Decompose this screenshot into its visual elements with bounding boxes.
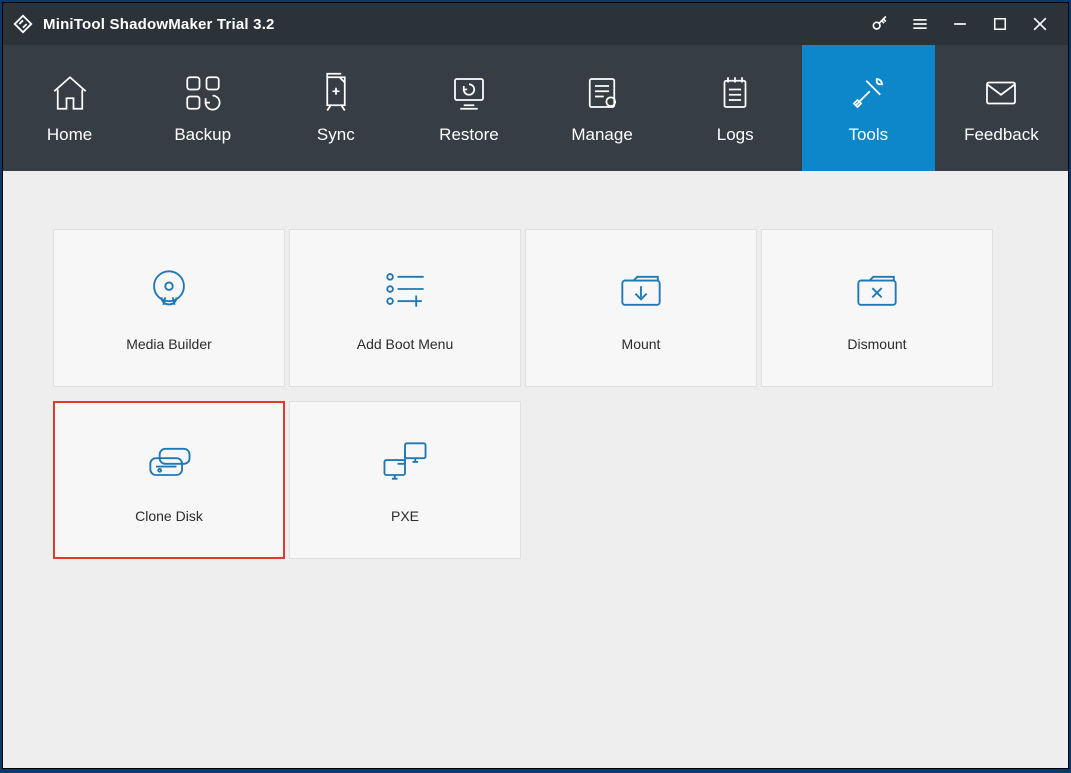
nav-label: Feedback	[964, 125, 1039, 145]
dismount-icon	[848, 264, 906, 314]
maximize-button[interactable]	[980, 3, 1020, 45]
tool-label: PXE	[391, 508, 419, 524]
tool-add-boot-menu[interactable]: Add Boot Menu	[289, 229, 521, 387]
tool-dismount[interactable]: Dismount	[761, 229, 993, 387]
tools-grid: Media Builder Add Boot Menu	[53, 229, 1018, 573]
close-button[interactable]	[1020, 3, 1060, 45]
main-nav: Home Backup Sync	[3, 45, 1068, 171]
app-window: MiniTool ShadowMaker Trial 3.2	[2, 2, 1069, 769]
manage-icon	[580, 71, 624, 115]
tool-label: Dismount	[847, 336, 906, 352]
app-title: MiniTool ShadowMaker Trial 3.2	[43, 16, 275, 33]
nav-manage[interactable]: Manage	[536, 45, 669, 171]
clone-disk-icon	[140, 436, 198, 486]
logs-icon	[713, 71, 757, 115]
home-icon	[48, 71, 92, 115]
tool-label: Mount	[622, 336, 661, 352]
menu-button[interactable]	[900, 3, 940, 45]
tool-label: Clone Disk	[135, 508, 203, 524]
feedback-icon	[979, 71, 1023, 115]
nav-home[interactable]: Home	[3, 45, 136, 171]
tools-icon	[846, 71, 890, 115]
tool-mount[interactable]: Mount	[525, 229, 757, 387]
nav-restore[interactable]: Restore	[402, 45, 535, 171]
nav-logs[interactable]: Logs	[669, 45, 802, 171]
nav-sync[interactable]: Sync	[269, 45, 402, 171]
nav-label: Tools	[848, 125, 888, 145]
minimize-button[interactable]	[940, 3, 980, 45]
nav-backup[interactable]: Backup	[136, 45, 269, 171]
nav-label: Sync	[317, 125, 355, 145]
nav-label: Logs	[717, 125, 754, 145]
nav-label: Home	[47, 125, 92, 145]
mount-icon	[612, 264, 670, 314]
tool-pxe[interactable]: PXE	[289, 401, 521, 559]
tools-panel: Media Builder Add Boot Menu	[3, 171, 1068, 768]
app-logo-icon	[11, 12, 35, 36]
nav-label: Restore	[439, 125, 499, 145]
nav-label: Backup	[174, 125, 231, 145]
nav-tools[interactable]: Tools	[802, 45, 935, 171]
title-bar: MiniTool ShadowMaker Trial 3.2	[3, 3, 1068, 45]
tool-label: Add Boot Menu	[357, 336, 454, 352]
pxe-icon	[376, 436, 434, 486]
add-boot-menu-icon	[376, 264, 434, 314]
nav-label: Manage	[571, 125, 632, 145]
backup-icon	[181, 71, 225, 115]
key-button[interactable]	[860, 3, 900, 45]
media-builder-icon	[140, 264, 198, 314]
nav-feedback[interactable]: Feedback	[935, 45, 1068, 171]
sync-icon	[314, 71, 358, 115]
tool-clone-disk[interactable]: Clone Disk	[53, 401, 285, 559]
restore-icon	[447, 71, 491, 115]
tool-media-builder[interactable]: Media Builder	[53, 229, 285, 387]
tool-label: Media Builder	[126, 336, 212, 352]
